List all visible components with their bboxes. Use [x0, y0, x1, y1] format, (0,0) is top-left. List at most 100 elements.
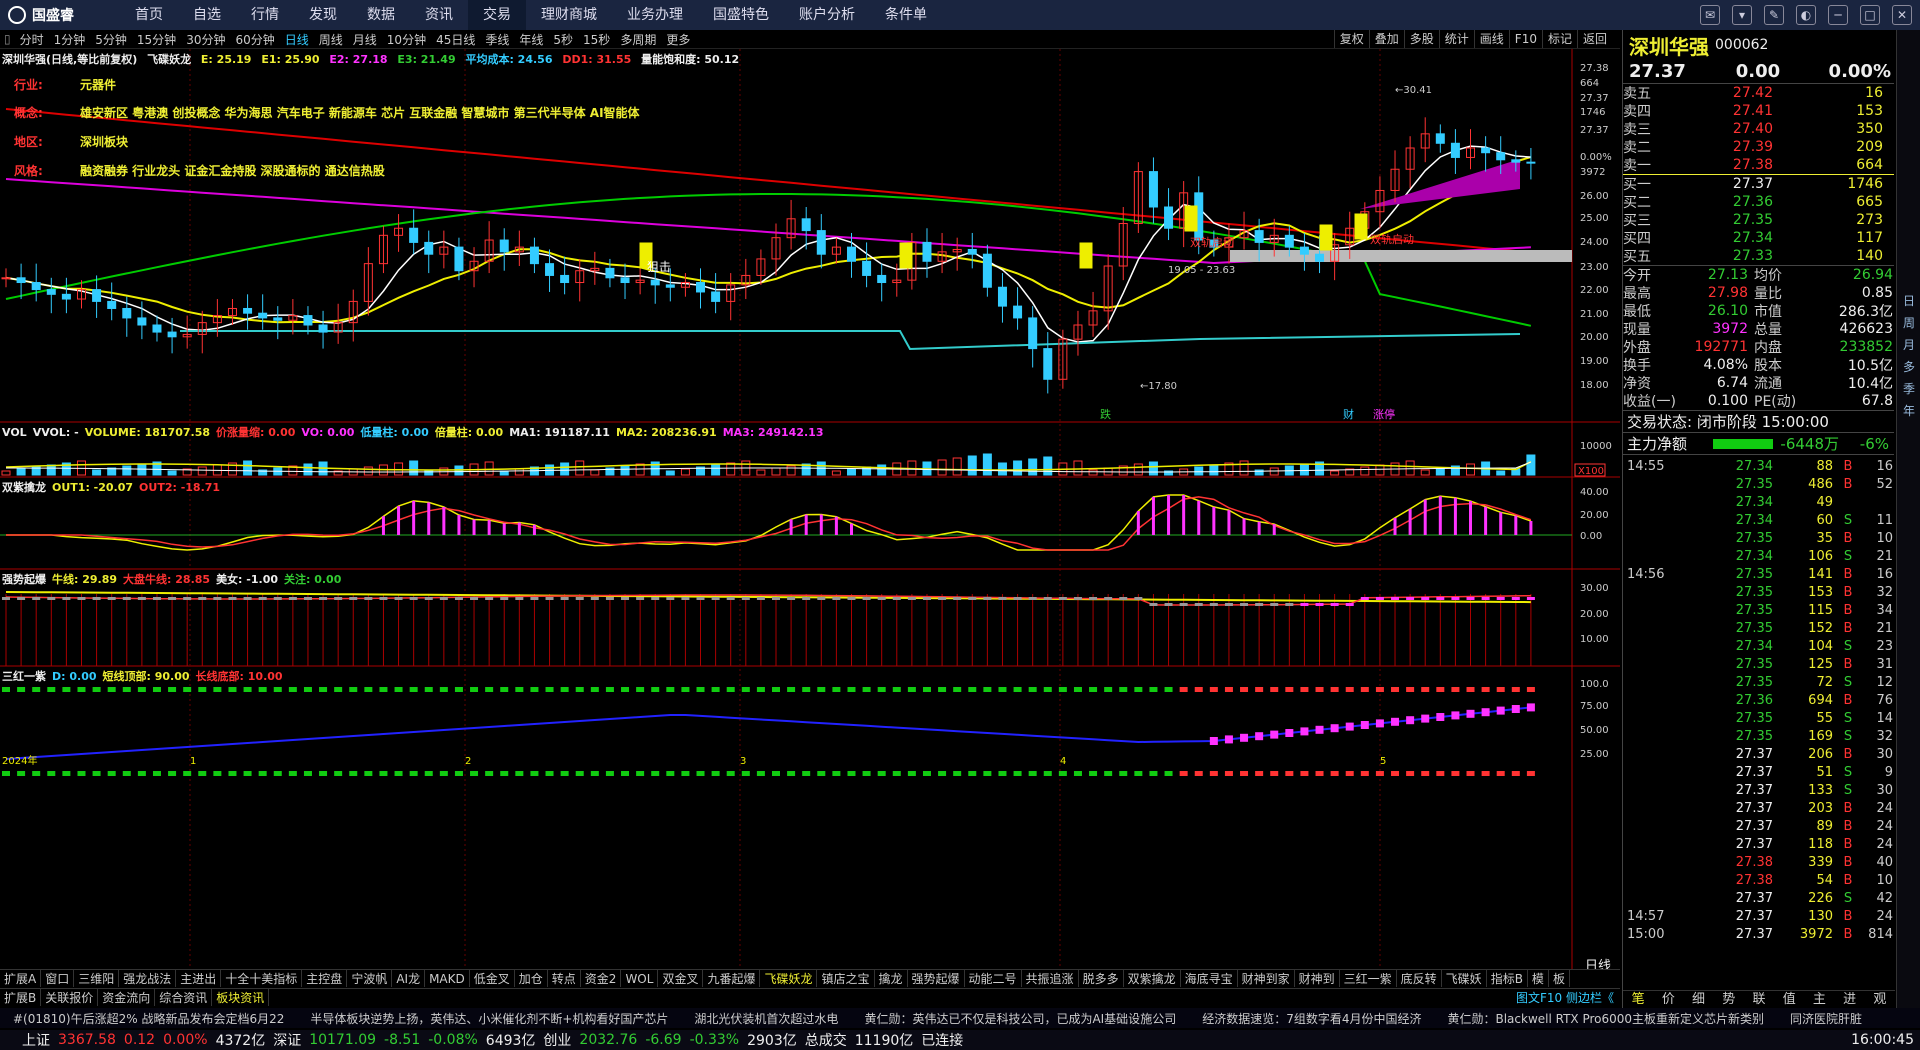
detail-tab[interactable]: 进 [1835, 991, 1865, 1008]
indicator-tab[interactable]: 主进出 [176, 970, 222, 987]
detail-tab[interactable]: 联 [1744, 991, 1774, 1008]
news-item[interactable]: 黄仁勋：英伟达已不仅是科技公司，已成为AI基础设施公司 [864, 1010, 1176, 1027]
indicator-tab[interactable]: 模 [1528, 970, 1549, 987]
detail-tab[interactable]: 值 [1774, 991, 1804, 1008]
side-period-tab[interactable]: 月 [1897, 334, 1920, 356]
indicator-tab[interactable]: 双金叉 [658, 970, 704, 987]
period-tab[interactable]: 60分钟 [230, 31, 279, 48]
indicator-tab[interactable]: 脱多多 [1079, 970, 1124, 987]
indicator-tab[interactable]: 窗口 [41, 970, 75, 987]
indicator-tab[interactable]: 扩展A [0, 970, 42, 987]
detail-tab[interactable]: 主 [1804, 991, 1834, 1008]
indicator-tab[interactable]: 镇店之宝 [817, 970, 875, 987]
period-tab[interactable]: 多周期 [615, 31, 661, 48]
nav-item[interactable]: 条件单 [870, 0, 942, 30]
nav-item[interactable]: 理财商城 [526, 0, 612, 30]
info-tab[interactable]: 板块资讯 [212, 989, 270, 1006]
news-item[interactable]: 湖北光伏装机首次超过水电 [694, 1010, 838, 1027]
side-period-tab[interactable]: 年 [1897, 400, 1920, 422]
tool-button[interactable]: 叠加 [1368, 30, 1404, 48]
indicator-tab[interactable]: 财神到家 [1238, 970, 1295, 987]
nav-item[interactable]: 行情 [236, 0, 294, 30]
indicator-tab[interactable]: WOL [621, 970, 659, 987]
indicator-tab[interactable]: 海底寻宝 [1181, 970, 1238, 987]
indicator-tab[interactable]: 动能二号 [965, 970, 1022, 987]
period-tab[interactable]: 5秒 [548, 31, 578, 48]
indicator-tab[interactable]: AI龙 [392, 970, 426, 987]
period-tab[interactable]: 分时 [15, 31, 49, 48]
nav-item[interactable]: 数据 [352, 0, 410, 30]
info-tab[interactable]: 资金流向 [98, 989, 156, 1006]
period-tab[interactable]: 季线 [480, 31, 514, 48]
info-tab[interactable]: 扩展B [0, 989, 42, 1006]
skin-icon[interactable]: ◐ [1796, 5, 1816, 25]
indicator-tab[interactable]: 飞碟妖 [1442, 970, 1487, 987]
indicator-tab[interactable]: 强势起爆 [908, 970, 965, 987]
period-tab[interactable]: 月线 [348, 31, 382, 48]
indicator-tab[interactable]: 三维阳 [74, 970, 120, 987]
detail-tab[interactable]: 细 [1683, 991, 1713, 1008]
indicator-tab[interactable]: 宁波帆 [347, 970, 393, 987]
period-tab[interactable]: 日线 [280, 31, 314, 48]
nav-item[interactable]: 业务办理 [612, 0, 698, 30]
indicator-tab[interactable]: 低金叉 [470, 970, 515, 987]
indicator-tab[interactable]: 板 [1549, 970, 1570, 987]
tool-button[interactable]: 复权 [1333, 30, 1369, 48]
tool-button[interactable]: 标记 [1541, 30, 1577, 48]
close-icon[interactable]: ✕ [1892, 5, 1912, 25]
indicator-tab[interactable]: 九番起爆 [703, 970, 761, 987]
tool-button[interactable]: 返回 [1576, 30, 1612, 48]
indicator-tab[interactable]: 财神到 [1295, 970, 1340, 987]
nav-item[interactable]: 首页 [120, 0, 178, 30]
news-item[interactable]: 半导体板块逆势上扬，英伟达、小米催化剂不断+机构看好国产芯片 [310, 1010, 668, 1027]
period-tab[interactable]: 15分钟 [132, 31, 181, 48]
tool-button[interactable]: 画线 [1473, 30, 1509, 48]
news-item[interactable]: 同济医院肝脏 [1790, 1010, 1862, 1027]
period-tab[interactable]: 10分钟 [382, 31, 431, 48]
indicator-tab[interactable]: 主控盘 [302, 970, 348, 987]
tool-button[interactable]: 统计 [1438, 30, 1474, 48]
indicator-tab[interactable]: 资金2 [581, 970, 622, 987]
indicator-tab[interactable]: 擒龙 [875, 970, 908, 987]
nav-item[interactable]: 资讯 [410, 0, 468, 30]
period-tab[interactable]: 更多 [661, 31, 695, 48]
nav-item[interactable]: 账户分析 [784, 0, 870, 30]
dropdown-icon[interactable]: ▾ [1732, 5, 1752, 25]
sidebar-toggle-icon[interactable]: ▯ [0, 32, 15, 46]
indicator-tab[interactable]: 飞碟妖龙 [760, 970, 818, 987]
indicator-tab[interactable]: 双紫擒龙 [1124, 970, 1181, 987]
indicator-tab[interactable]: 十全十美指标 [221, 970, 303, 987]
side-period-tab[interactable]: 周 [1897, 312, 1920, 334]
nav-item[interactable]: 交易 [468, 0, 526, 30]
indicator-tab[interactable]: 底反转 [1397, 970, 1442, 987]
nav-item[interactable]: 发现 [294, 0, 352, 30]
period-tab[interactable]: 1分钟 [49, 31, 91, 48]
tick-list[interactable]: 14:55 27.34 88 B 16 27.35 486 B 52 27.34 49 27.34 60… [1623, 454, 1894, 943]
side-period-tab[interactable]: 季 [1897, 378, 1920, 400]
news-item[interactable]: 黄仁勋：Blackwell RTX Pro6000主板重新定义芯片新类别 [1447, 1010, 1764, 1027]
period-tab[interactable]: 45日线 [431, 31, 480, 48]
side-period-tab[interactable]: 多 [1897, 356, 1920, 378]
info-tab[interactable]: 综合资讯 [155, 989, 213, 1006]
news-item[interactable]: #(01810)午后涨超2% 战略新品发布会定档6月22 [13, 1010, 284, 1027]
kline-chart-area[interactable]: 27.38 664 27.37 1746 27.37 0.00% 3972 26.00 25.0… [0, 49, 1620, 979]
tool-button[interactable]: 多股 [1403, 30, 1439, 48]
indicator-tab[interactable]: MAKD [425, 970, 470, 987]
indicator-tab[interactable]: 转点 [548, 970, 581, 987]
maximize-icon[interactable]: □ [1860, 5, 1880, 25]
nav-item[interactable]: 国盛特色 [698, 0, 784, 30]
nav-item[interactable]: 自选 [178, 0, 236, 30]
period-tab[interactable]: 年线 [514, 31, 548, 48]
indicator-tab[interactable]: 三红一紫 [1340, 970, 1397, 987]
period-tab[interactable]: 5分钟 [90, 31, 132, 48]
side-period-tab[interactable]: 日 [1897, 290, 1920, 312]
period-tab[interactable]: 15秒 [578, 31, 615, 48]
f10-sidebar-link[interactable]: 图文F10 侧边栏《 [1516, 989, 1620, 1006]
detail-tab[interactable]: 观 [1865, 991, 1895, 1008]
indicator-tab[interactable]: 指标B [1487, 970, 1528, 987]
detail-tab[interactable]: 势 [1714, 991, 1744, 1008]
indicator-tab[interactable]: 强龙战法 [119, 970, 177, 987]
detail-tab[interactable]: 笔 [1623, 991, 1653, 1008]
detail-tab[interactable]: 价 [1653, 991, 1683, 1008]
tool-icon[interactable]: ✎ [1764, 5, 1784, 25]
